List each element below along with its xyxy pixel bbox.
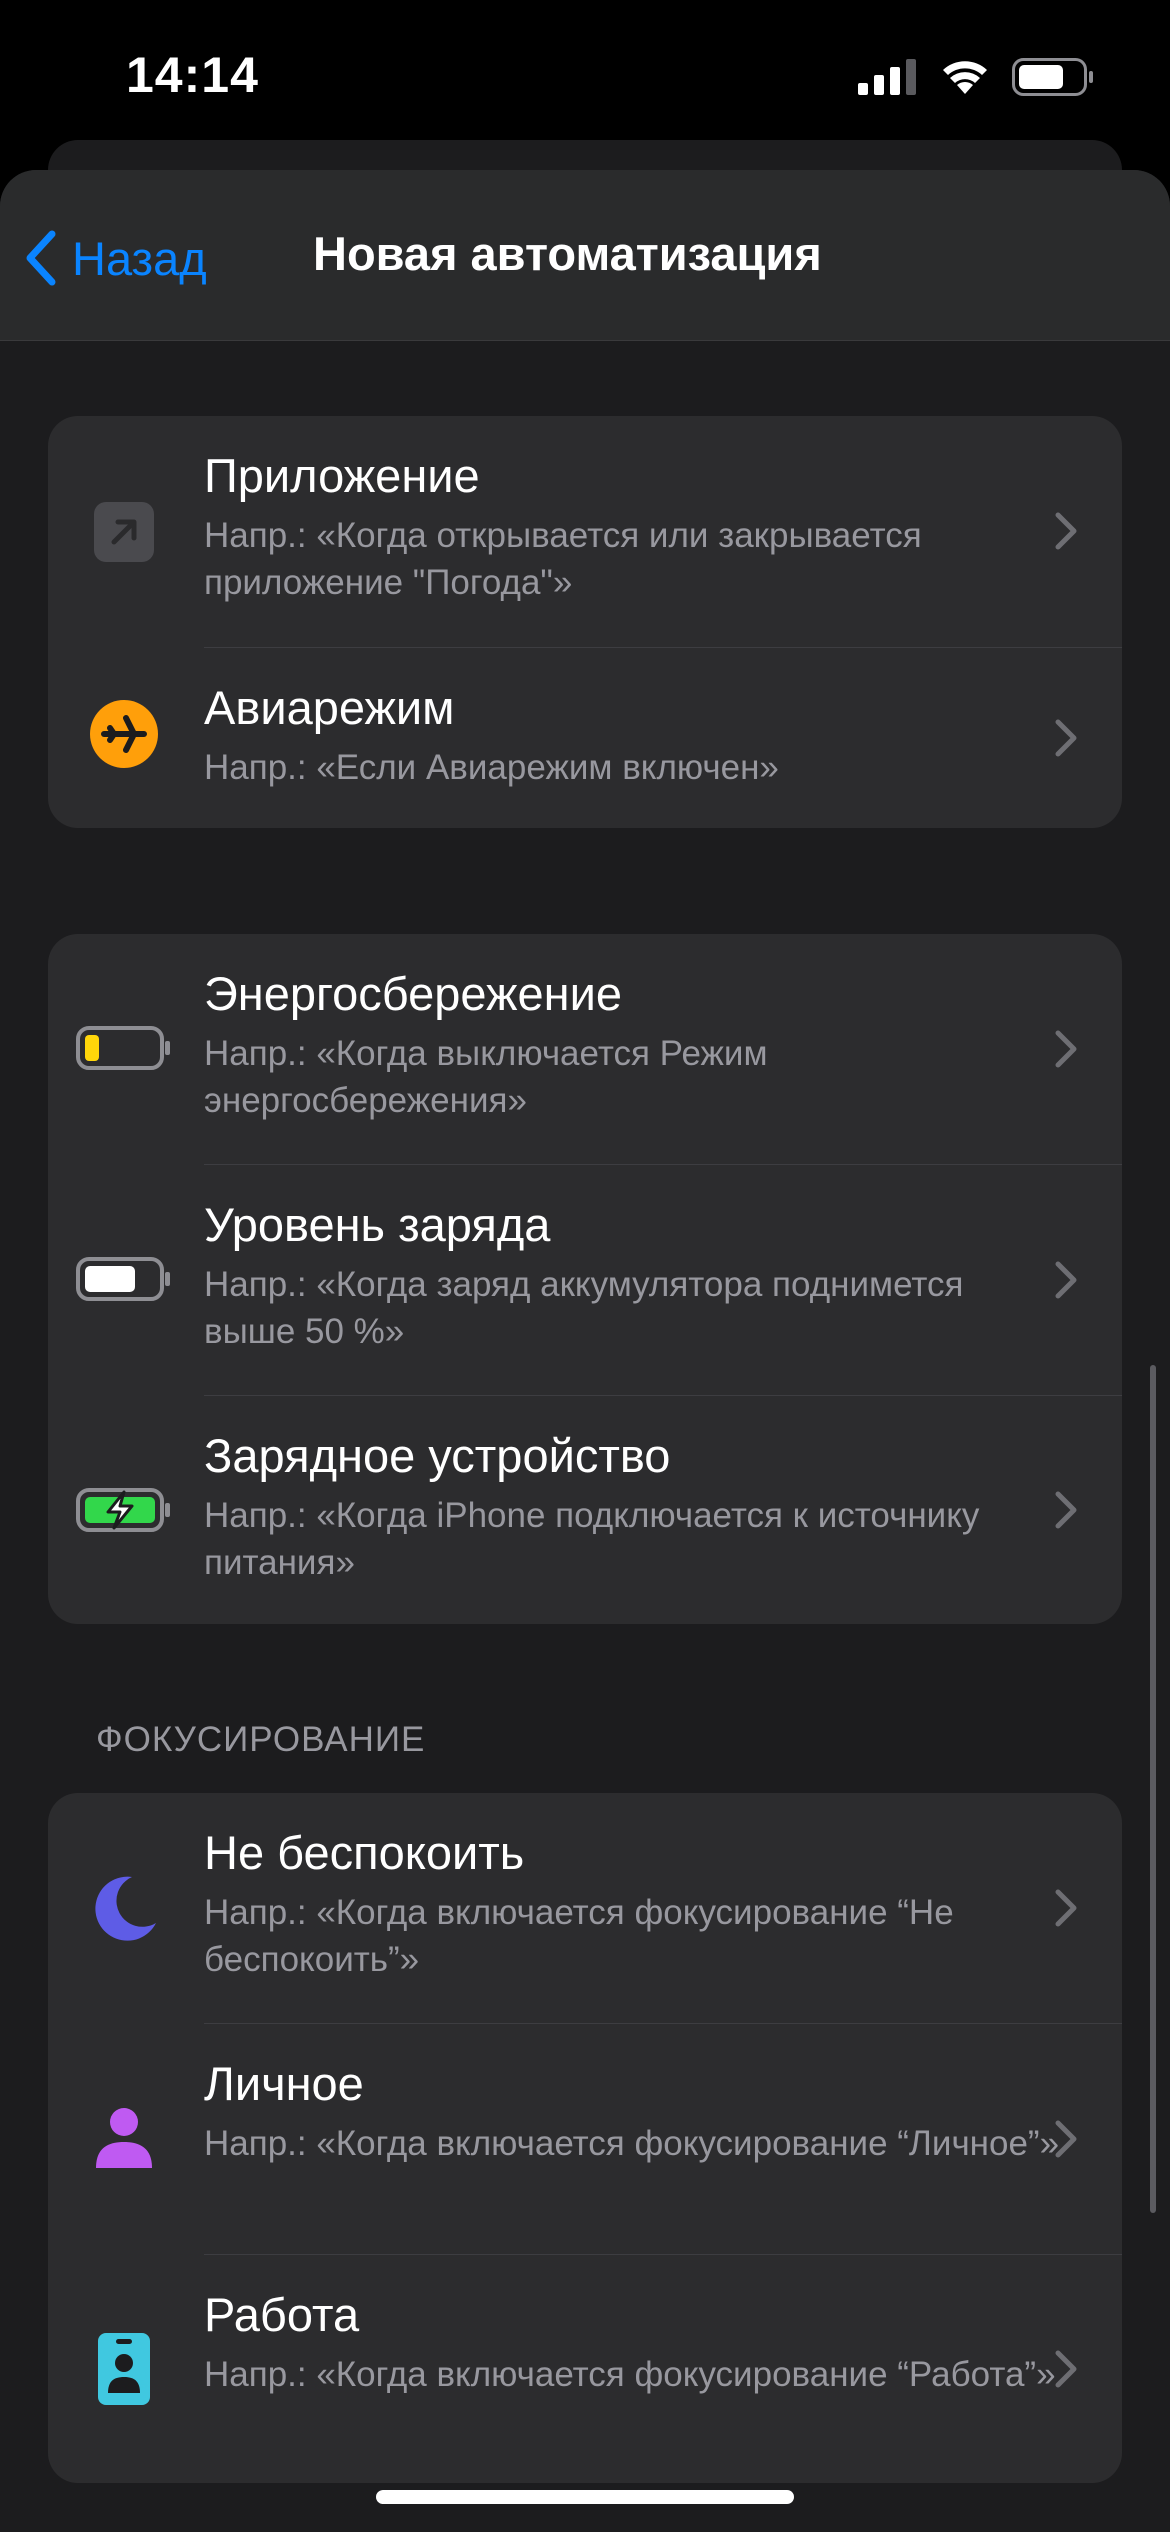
chevron-right-icon <box>1055 1030 1077 1068</box>
list-item-title: Авиарежим <box>204 681 455 734</box>
battery-status-icon <box>1012 58 1093 96</box>
list-item-work[interactable]: Работа Напр.: «Когда включается фокусиро… <box>48 2255 1122 2483</box>
list-item-subtitle: Напр.: «Если Авиарежим включен» <box>204 748 779 787</box>
scrollbar[interactable] <box>1150 1365 1156 2213</box>
back-label: Назад <box>72 231 207 285</box>
chevron-left-icon <box>26 230 56 286</box>
chevron-right-icon <box>1055 1261 1077 1299</box>
list-item-subtitle: Напр.: «Когда включается фокусирование “… <box>204 1893 954 1979</box>
chevron-right-icon <box>1055 512 1077 550</box>
list-item-subtitle: Напр.: «Когда включается фокусирование “… <box>204 2124 1060 2163</box>
list-item-title: Не беспокоить <box>204 1826 525 1879</box>
chevron-right-icon <box>1055 1889 1077 1927</box>
battery-charging-icon <box>74 1470 174 1550</box>
list-item-battery-level[interactable]: Уровень заряда Напр.: «Когда заряд аккум… <box>48 1165 1122 1395</box>
list-item-title: Уровень заряда <box>204 1198 551 1251</box>
home-indicator[interactable] <box>376 2490 794 2504</box>
chevron-right-icon <box>1055 2350 1077 2388</box>
list-item-app[interactable]: Приложение Напр.: «Когда открывается или… <box>48 416 1122 647</box>
group-battery: Энергосбережение Напр.: «Когда выключает… <box>48 934 1122 1624</box>
moon-icon <box>74 1867 174 1947</box>
status-bar: 14:14 <box>0 0 1170 150</box>
group-focus: Не беспокоить Напр.: «Когда включается ф… <box>48 1793 1122 2483</box>
cellular-signal-icon <box>858 59 916 95</box>
list-item-subtitle: Напр.: «Когда выключается Режим энергосб… <box>204 1034 768 1120</box>
app-arrow-icon <box>74 492 174 572</box>
page-title: Новая автоматизация <box>313 227 822 280</box>
list-item-title: Зарядное устройство <box>204 1429 671 1482</box>
group-general: Приложение Напр.: «Когда открывается или… <box>48 416 1122 828</box>
airplane-icon <box>74 694 174 774</box>
list-item-title: Энергосбережение <box>204 967 622 1020</box>
new-automation-sheet: Назад Новая автоматизация Приложение Нап… <box>0 170 1170 2532</box>
list-item-subtitle: Напр.: «Когда включается фокусирование “… <box>204 2355 1056 2394</box>
list-item-title: Личное <box>204 2057 364 2110</box>
wifi-icon <box>943 61 987 94</box>
list-item-do-not-disturb[interactable]: Не беспокоить Напр.: «Когда включается ф… <box>48 1793 1122 2023</box>
chevron-right-icon <box>1055 1491 1077 1529</box>
list-item-subtitle: Напр.: «Когда открывается или закрываетс… <box>204 516 922 602</box>
chevron-right-icon <box>1055 2120 1077 2158</box>
battery-low-icon <box>74 1008 174 1088</box>
person-icon <box>74 2098 174 2178</box>
battery-full-icon <box>74 1239 174 1319</box>
section-header-focus: ФОКУСИРОВАНИЕ <box>96 1720 426 1759</box>
list-item-title: Приложение <box>204 449 480 502</box>
list-item-title: Работа <box>204 2288 360 2341</box>
status-icons <box>858 52 1094 102</box>
chevron-right-icon <box>1055 719 1077 757</box>
list-item-low-power[interactable]: Энергосбережение Напр.: «Когда выключает… <box>48 934 1122 1164</box>
list-item-personal[interactable]: Личное Напр.: «Когда включается фокусиро… <box>48 2024 1122 2254</box>
navigation-bar: Назад Новая автоматизация <box>0 170 1170 341</box>
list-item-charger[interactable]: Зарядное устройство Напр.: «Когда iPhone… <box>48 1396 1122 1624</box>
list-item-subtitle: Напр.: «Когда заряд аккумулятора подниме… <box>204 1265 964 1351</box>
list-item-subtitle: Напр.: «Когда iPhone подключается к исто… <box>204 1496 980 1582</box>
id-badge-icon <box>74 2329 174 2409</box>
status-time: 14:14 <box>126 47 259 103</box>
back-button[interactable]: Назад <box>24 218 207 298</box>
list-item-airplane-mode[interactable]: Авиарежим Напр.: «Если Авиарежим включен… <box>48 648 1122 828</box>
